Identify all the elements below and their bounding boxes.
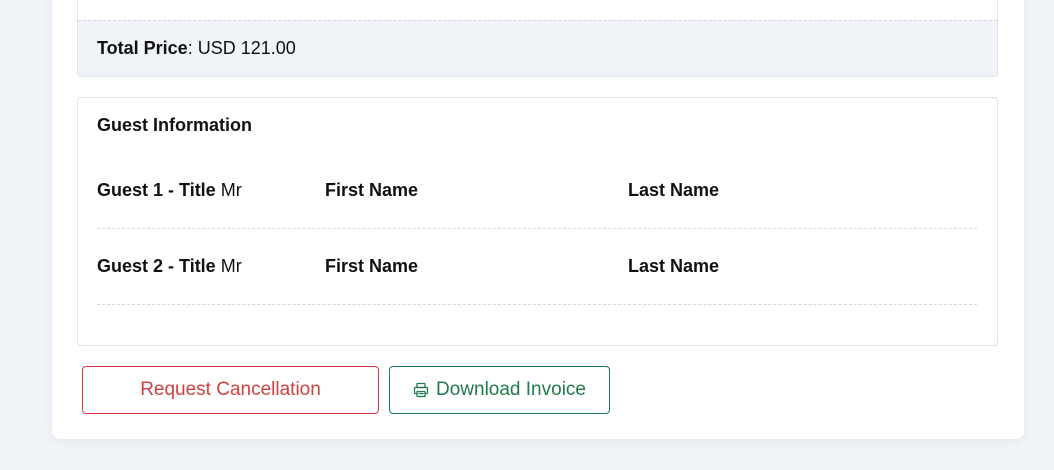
guest-first-name-label: First Name (325, 180, 419, 200)
total-price-separator: : (187, 38, 193, 58)
total-price-value: USD 121.00 (197, 38, 296, 58)
price-summary-panel: Total Price: USD 121.00 (77, 0, 998, 77)
guest-information-panel: Guest Information Guest 1 - Title Mr Fir… (77, 97, 998, 346)
request-cancellation-label: Request Cancellation (140, 379, 321, 400)
guest-row: Guest 2 - Title Mr First Name Last Name (97, 229, 977, 305)
request-cancellation-button[interactable]: Request Cancellation (82, 366, 379, 414)
guest-title-value: Mr (220, 256, 242, 276)
guest-title-value: Mr (220, 180, 242, 200)
guest-row: Guest 1 - Title Mr First Name Last Name (97, 153, 977, 229)
total-price-label: Total Price (97, 38, 188, 58)
download-invoice-button[interactable]: Download Invoice (389, 366, 610, 414)
booking-details-card: Total Price: USD 121.00 Guest Informatio… (52, 0, 1024, 439)
printer-icon (413, 382, 429, 398)
guest-title-cell: Guest 2 - Title Mr (97, 256, 242, 277)
guest-information-heading: Guest Information (97, 115, 253, 135)
guest-first-name-label: First Name (325, 256, 419, 276)
guest-title-label: Guest 2 - Title (97, 256, 216, 276)
guest-last-name-label: Last Name (628, 256, 720, 276)
guest-title-cell: Guest 1 - Title Mr (97, 180, 242, 201)
guest-last-name-label: Last Name (628, 180, 720, 200)
guest-title-label: Guest 1 - Title (97, 180, 216, 200)
download-invoice-label: Download Invoice (436, 379, 586, 400)
price-summary-previous-row (78, 0, 997, 20)
total-price-row: Total Price: USD 121.00 (78, 20, 997, 76)
